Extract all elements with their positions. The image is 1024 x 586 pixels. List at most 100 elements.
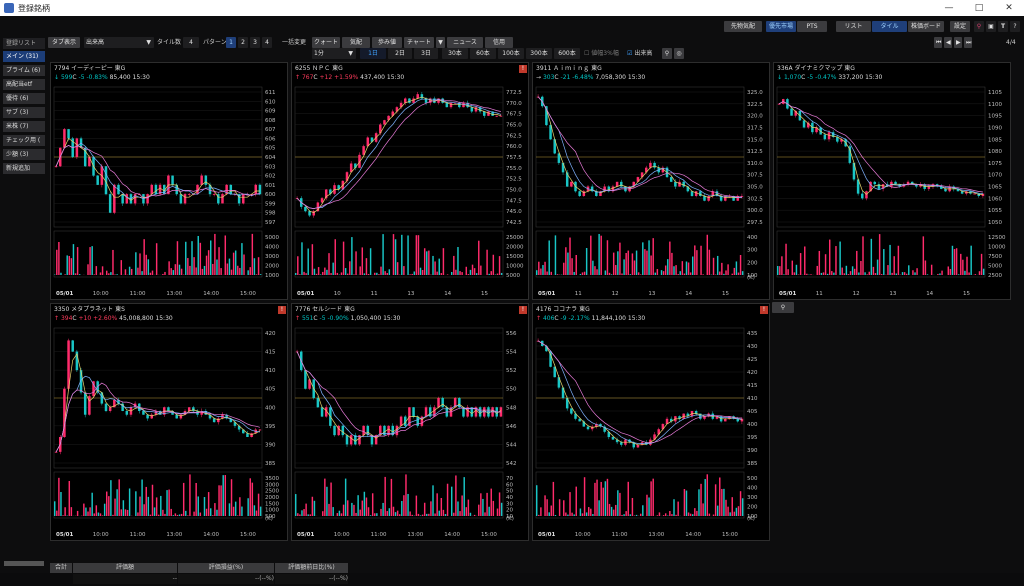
first-page-icon[interactable]: ⏮ (934, 37, 942, 48)
price-chart[interactable]: 6116106096086076066056046036026016005995… (51, 83, 288, 299)
volume-bar (187, 258, 188, 275)
tiles-count-input[interactable]: 4 (183, 37, 199, 48)
pattern-2-button[interactable]: 2 (238, 37, 248, 48)
volume-bar (69, 481, 70, 516)
sidebar-item-yutai[interactable]: 優待 (6) (3, 93, 45, 104)
volume-bar (459, 271, 460, 275)
sidebar-item-small[interactable]: 少額 (3) (3, 149, 45, 160)
limit-checkbox[interactable]: ☐ 値幅3%幅 (584, 48, 619, 59)
warning-icon[interactable]: ! (519, 306, 527, 314)
volume-bar (923, 236, 924, 275)
tab-margin[interactable]: 信用 (485, 37, 513, 48)
stock-board-button[interactable]: 株価ボード (908, 21, 944, 32)
tab-chart[interactable]: チャート (404, 37, 434, 48)
reset-icon[interactable]: ◎ (674, 48, 684, 59)
volume-bar (231, 270, 232, 275)
volume-bar (536, 270, 537, 275)
camera-icon[interactable]: ▣ (986, 21, 996, 32)
moving-average-line (56, 354, 260, 452)
pattern-3-button[interactable]: 3 (250, 37, 260, 48)
volume-bar (569, 238, 570, 275)
tile-volume: 45,008,800 (119, 315, 153, 322)
period-600[interactable]: 600本 (554, 48, 580, 59)
tab-news[interactable]: ニュース (447, 37, 483, 48)
last-page-icon[interactable]: ⏭ (964, 37, 972, 48)
price-chart[interactable]: 55655455255054854654454270605040302010(K… (292, 324, 529, 540)
sidebar-item-main[interactable]: メイン (31) (3, 51, 45, 62)
add-list-button[interactable]: 新規追加 (3, 163, 45, 174)
chart-dropdown-icon[interactable]: ▼ (436, 37, 445, 48)
help-icon[interactable]: ? (1010, 21, 1020, 32)
tile-volume: 337,200 (838, 74, 863, 81)
price-chart[interactable]: 4204154104054003953903853500300025002000… (51, 324, 288, 540)
period-3d[interactable]: 3日 (414, 48, 438, 59)
tab-ticks[interactable]: 歩み値 (372, 37, 402, 48)
sidebar-item-etf[interactable]: 高配当etf (3, 79, 45, 90)
tile-view-button[interactable]: タイル (872, 21, 907, 32)
price-tick-label: 420 (265, 331, 276, 337)
price-chart[interactable]: 1105110010951090108510801075107010651060… (774, 83, 1011, 299)
volume-bar (252, 483, 253, 516)
next-page-icon[interactable]: ▶ (954, 37, 962, 48)
stock-tile[interactable]: 3911 Ａｉｍｉｎｇ 東G→ 303C -21 -6.48% 7,058,30… (532, 62, 770, 300)
period-100[interactable]: 100本 (498, 48, 524, 59)
price-chart[interactable]: 772.5770.0767.5765.0762.5760.0757.5755.0… (292, 83, 529, 299)
sidebar-item-prime[interactable]: プライム (6) (3, 65, 45, 76)
warning-icon[interactable]: ! (519, 65, 527, 73)
sidebar-item-us[interactable]: 米株 (7) (3, 121, 45, 132)
warning-icon[interactable]: ! (760, 306, 768, 314)
tab-display-button[interactable]: タブ表示 (48, 37, 80, 48)
price-chart[interactable]: 325.0322.5320.0317.5315.0312.5310.0307.5… (533, 83, 770, 299)
warning-icon[interactable]: ! (278, 306, 286, 314)
close-icon[interactable]: ✕ (994, 1, 1024, 15)
link-icon[interactable]: ⚲ (974, 21, 984, 32)
sidebar-item-check[interactable]: チェック用 ( (3, 135, 45, 146)
stock-tile[interactable]: 7776 セルシード 東G!↑ 551C -5 -0.90% 1,050,400… (291, 303, 529, 541)
candle-body (146, 194, 148, 203)
settings-button[interactable]: 設定 (950, 21, 970, 32)
stock-tile[interactable]: 6255 ＮＰＣ 東G!↑ 767C +12 +1.59% 437,400 15… (291, 62, 529, 300)
search-icon[interactable]: ⚲ (772, 302, 794, 313)
volume-bar (364, 273, 365, 275)
period-30[interactable]: 30本 (442, 48, 468, 59)
stock-tile[interactable]: 7794 イーディーピー 東G↓ 599C -5 -0.83% 85,400 1… (50, 62, 288, 300)
trend-arrow-icon: → (536, 74, 541, 81)
sidebar-item-sub[interactable]: サブ (3) (3, 107, 45, 118)
period-1d[interactable]: 1日 (360, 48, 386, 59)
volume-bar (841, 268, 842, 275)
summary-header-value: 評価額 (73, 563, 177, 573)
tab-quote[interactable]: クォート (312, 37, 340, 48)
volume-bar (364, 492, 365, 516)
period-60[interactable]: 60本 (470, 48, 496, 59)
zoom-icon[interactable]: ⚲ (662, 48, 672, 59)
stock-tile[interactable]: 4176 ココナラ 東G!↑ 406C -9 -2.17% 11,844,100… (532, 303, 770, 541)
pattern-4-button[interactable]: 4 (262, 37, 272, 48)
pts-button[interactable]: PTS (797, 21, 827, 32)
price-chart[interactable]: 4354304254204154104054003953903855004003… (533, 324, 770, 540)
period-2d[interactable]: 2日 (388, 48, 412, 59)
volume-checkbox[interactable]: ☑ 出来高 (627, 48, 652, 59)
tab-board[interactable]: 気配 (342, 37, 370, 48)
text-icon[interactable]: T (998, 21, 1008, 32)
volume-bar (372, 493, 373, 516)
sidebar-scrollbar[interactable] (4, 561, 44, 566)
candle-body (944, 189, 946, 191)
interval-select[interactable]: 1分▼ (312, 48, 356, 59)
volume-bar (378, 274, 379, 275)
candle-body (475, 107, 477, 111)
period-300[interactable]: 300本 (526, 48, 552, 59)
priority-market-button[interactable]: 優先市場 (766, 21, 796, 32)
stock-tile[interactable]: 3350 メタプラネット 東S!↑ 394C +10 +2.60% 45,008… (50, 303, 288, 541)
volume-bar (777, 266, 778, 275)
minimize-icon[interactable]: — (934, 1, 964, 15)
volume-bar (600, 236, 601, 275)
prev-page-icon[interactable]: ◀ (944, 37, 952, 48)
futures-quote-button[interactable]: 先物気配 (724, 21, 762, 32)
maximize-icon[interactable]: □ (964, 1, 994, 15)
stock-tile[interactable]: 336A ダイナミクマップ 東G↓ 1,070C -5 -0.47% 337,2… (773, 62, 1011, 300)
sort-select[interactable]: 出来高▼ (84, 37, 154, 48)
list-view-button[interactable]: リスト (836, 21, 871, 32)
volume-bar (781, 256, 782, 275)
pattern-1-button[interactable]: 1 (226, 37, 236, 48)
volume-bar (185, 242, 186, 275)
